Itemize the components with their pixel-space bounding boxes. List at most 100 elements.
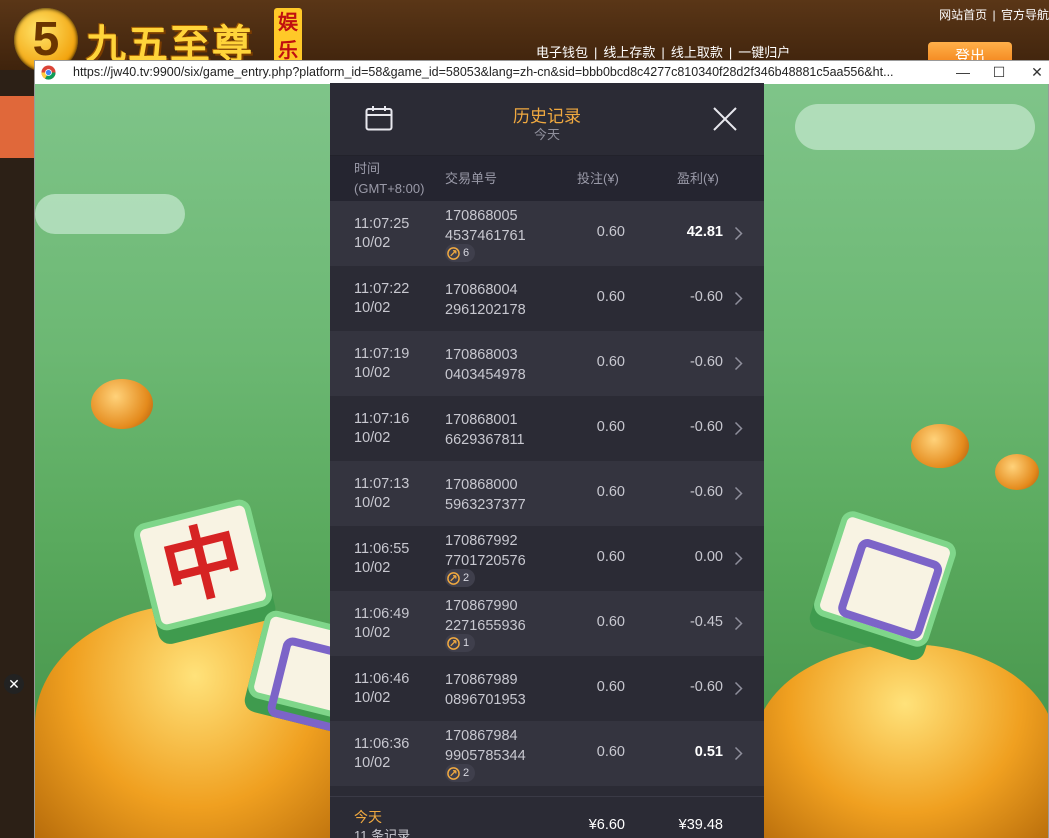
table-row[interactable]: 11:07:22 10/02 170868004 2961202178 0.60 -0.6… [330,266,764,331]
summary-label: 今天 [354,809,382,825]
row-order-id-part1: 170868004 [445,282,518,298]
row-order-id-part2: 6629367811 [445,432,525,448]
coin-decoration [911,424,969,468]
cloud-decoration [795,104,1035,150]
panel-header: 历史记录 今天 [330,83,764,155]
maximize-button[interactable]: ☐ [979,61,1019,84]
row-time: 11:06:49 10/02 [354,605,409,643]
chevron-right-icon[interactable] [734,746,743,761]
free-spin-badge: 2 [445,764,476,782]
free-spin-badge: 1 [445,634,476,652]
chevron-right-icon[interactable] [734,486,743,501]
chevron-right-icon[interactable] [734,616,743,631]
chevron-right-icon[interactable] [734,681,743,696]
row-profit: 0.51 [694,744,723,760]
free-spin-icon [447,636,460,650]
free-spin-badge: 2 [445,569,476,587]
row-bet: 0.60 [596,614,625,630]
coin-decoration [995,454,1039,490]
history-list: 11:07:25 10/02 170868005 4537461761 6 0.60 42.… [330,201,764,786]
nav-consolidate-link[interactable]: 一键归户 [738,45,790,60]
row-order-id-part2: 0403454978 [445,367,526,383]
free-spin-count: 6 [463,247,470,259]
table-row[interactable]: 11:06:55 10/02 170867992 7701720576 2 0.60 0.0… [330,526,764,591]
row-order-id: 170868005 4537461761 [445,206,526,246]
cloud-decoration [35,194,185,234]
free-spin-icon [447,246,460,260]
row-bet: 0.60 [596,679,625,695]
chevron-right-icon[interactable] [734,226,743,241]
summary-count: 11 条记录 [354,828,411,838]
col-profit: 盈利(¥) [677,171,719,186]
row-date-value: 10/02 [354,365,391,381]
row-date-value: 10/02 [354,300,391,316]
table-row[interactable]: 11:06:46 10/02 170867989 0896701953 0.60 -0.6… [330,656,764,721]
chevron-right-icon[interactable] [734,291,743,306]
title-bar: https://jw40.tv:9900/six/game_entry.php?… [35,61,1049,84]
row-time-value: 11:07:16 [354,411,410,427]
row-bet: 0.60 [596,289,625,305]
row-order-id: 170868001 6629367811 [445,410,525,450]
row-order-id-part2: 2271655936 [445,618,526,634]
row-date-value: 10/02 [354,235,391,251]
official-nav-link[interactable]: 官方导航 [1001,8,1049,22]
row-bet: 0.60 [596,354,625,370]
row-profit: 42.81 [686,224,723,240]
chevron-right-icon[interactable] [734,421,743,436]
row-date-value: 10/02 [354,755,391,771]
row-order-id: 170867992 7701720576 [445,531,526,571]
col-time: 时间 (GMT+8:00) [354,161,425,196]
row-time-value: 11:06:36 [354,736,410,752]
row-order-id: 170868003 0403454978 [445,345,526,385]
table-row[interactable]: 11:07:16 10/02 170868001 6629367811 0.60 -0.6… [330,396,764,461]
panel-subtitle: 今天 [533,127,560,142]
row-order-id-part2: 4537461761 [445,228,526,244]
url-bar[interactable]: https://jw40.tv:9900/six/game_entry.php?… [73,65,948,79]
row-order-id-part1: 170868001 [445,412,518,428]
col-order-id: 交易单号 [445,171,498,186]
free-spin-icon [447,571,460,585]
row-bet: 0.60 [596,419,625,435]
row-time-value: 11:06:46 [354,671,410,687]
row-time-value: 11:07:13 [354,476,410,492]
nav-withdraw-link[interactable]: 线上取款 [671,45,723,60]
row-date-value: 10/02 [354,430,391,446]
row-time: 11:07:13 10/02 [354,475,409,513]
coin-pile [755,644,1048,838]
row-order-id-part2: 5963237377 [445,497,526,513]
nav-deposit-link[interactable]: 线上存款 [603,45,655,60]
nav-wallet-link[interactable]: 电子钱包 [536,45,588,60]
table-row[interactable]: 11:07:19 10/02 170868003 0403454978 0.60 -0.6… [330,331,764,396]
row-time-value: 11:06:55 [354,541,410,557]
chevron-right-icon[interactable] [734,551,743,566]
row-bet: 0.60 [596,549,625,565]
summary-total-profit: ¥39.48 [678,817,723,833]
free-spin-count: 2 [463,572,470,584]
summary-footer: 今天 11 条记录 ¥6.60 ¥39.48 [330,796,764,838]
row-order-id-part1: 170867990 [445,598,518,614]
free-spin-count: 2 [463,767,470,779]
row-order-id: 170867989 0896701953 [445,670,526,710]
row-date-value: 10/02 [354,625,391,641]
row-profit: -0.60 [689,679,723,695]
row-date-value: 10/02 [354,690,391,706]
table-row[interactable]: 11:06:36 10/02 170867984 9905785344 2 0.60 0.5… [330,721,764,786]
chevron-right-icon[interactable] [734,356,743,371]
table-header: 时间 (GMT+8:00) 交易单号 投注(¥) 盈利(¥) [330,155,764,201]
table-row[interactable]: 11:06:49 10/02 170867990 2271655936 1 0.60 -0.… [330,591,764,656]
left-banner [0,96,36,158]
row-time: 11:07:22 10/02 [354,280,409,318]
minimize-button[interactable]: — [943,61,983,84]
close-icon[interactable] [711,105,739,133]
window-close-button[interactable]: ✕ [1017,61,1049,84]
row-profit: -0.60 [689,354,723,370]
row-profit: -0.60 [689,484,723,500]
row-time-value: 11:07:19 [354,346,410,362]
row-time: 11:06:36 10/02 [354,735,409,773]
home-link[interactable]: 网站首页 [939,8,987,22]
row-order-id-part2: 2961202178 [445,302,526,318]
table-row[interactable]: 11:07:25 10/02 170868005 4537461761 6 0.60 42.… [330,201,764,266]
left-close-icon[interactable]: ✕ [4,674,24,694]
table-row[interactable]: 11:07:13 10/02 170868000 5963237377 0.60 -0.6… [330,461,764,526]
row-order-id-part1: 170867984 [445,728,518,744]
